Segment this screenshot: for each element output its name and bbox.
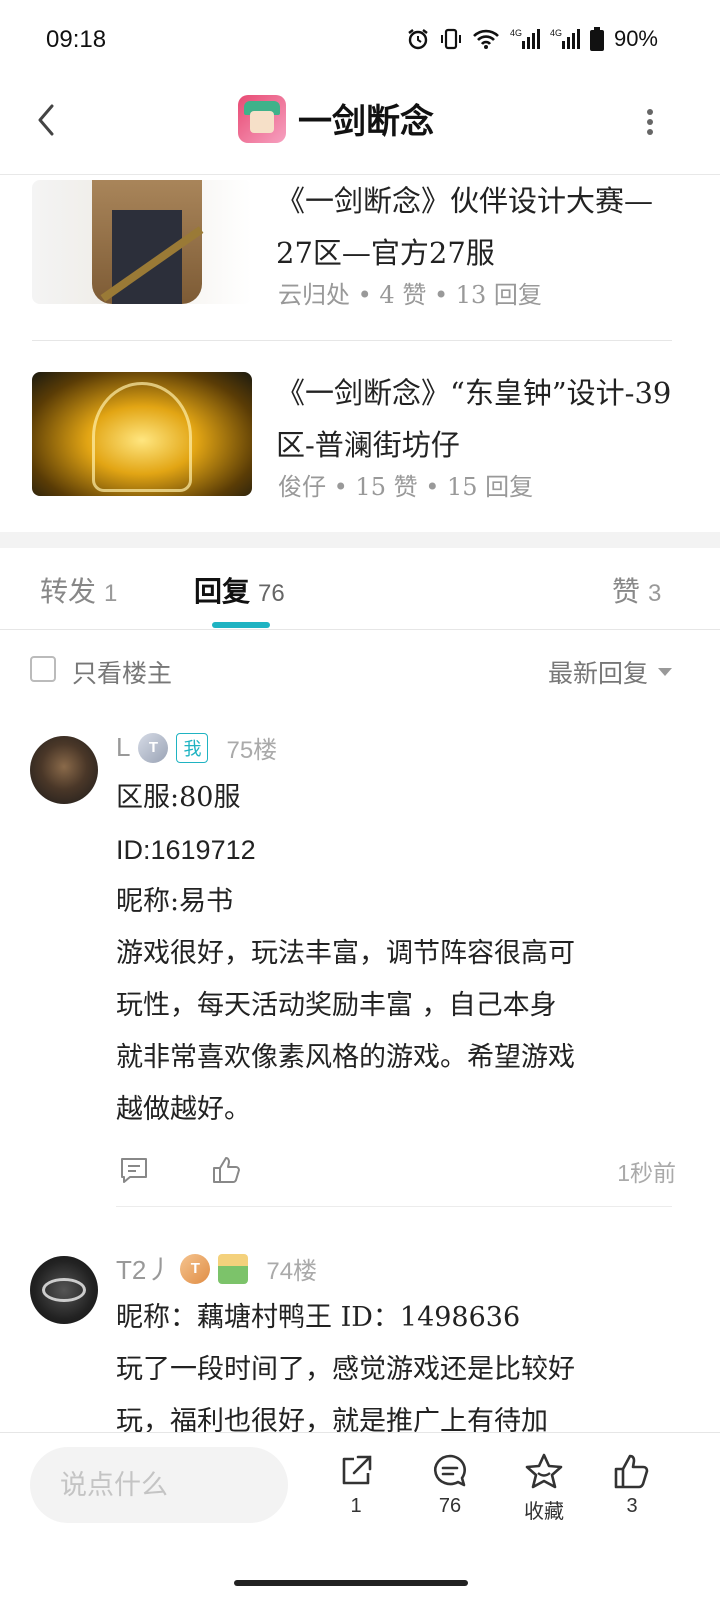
page-title: 一剑断念	[298, 102, 434, 142]
share-button[interactable]: 1	[326, 1451, 386, 1518]
related-post-thumbnail	[32, 180, 252, 304]
divider	[116, 1206, 672, 1207]
reply-line: 玩了一段时间了，感觉游戏还是比较好	[116, 1354, 575, 1385]
svg-text:4G: 4G	[510, 28, 522, 38]
back-button[interactable]	[28, 100, 68, 140]
reply-header: T2丿 T 74楼	[116, 1250, 317, 1287]
tab-label: 转发	[40, 575, 97, 608]
star-icon	[525, 1453, 563, 1489]
related-post-thumbnail	[32, 372, 252, 496]
tab-label: 回复	[194, 575, 251, 608]
reply-content: 昵称：藕塘村鸭王 ID：1498636 玩了一段时间了，感觉游戏还是比较好 玩，…	[116, 1292, 676, 1448]
reply-content: 区服:80服 ID:1619712 昵称:易书 游戏很好，玩法丰富，调节阵容很高…	[116, 772, 676, 1136]
more-button[interactable]	[640, 104, 660, 140]
level-badge: T	[138, 732, 169, 763]
reply-line: 区服:80服	[116, 782, 241, 813]
share-count: 1	[350, 1495, 362, 1517]
filter-row: 只看楼主 最新回复	[0, 632, 720, 708]
related-post-replies: 13 回复	[455, 281, 542, 309]
reply-line: 昵称:易书	[116, 886, 234, 917]
tab-forward[interactable]: 转发 1	[40, 570, 117, 610]
me-tag: 我	[176, 732, 209, 763]
caret-down-icon	[658, 668, 672, 676]
comment-bubble-icon	[434, 1454, 466, 1487]
app-header: 一剑断念	[0, 80, 720, 175]
comment-icon[interactable]	[118, 1154, 150, 1186]
like-count: 3	[626, 1495, 638, 1517]
tab-likes[interactable]: 赞3	[612, 570, 661, 610]
favorite-label: 收藏	[524, 1499, 564, 1523]
active-tab-indicator	[212, 622, 270, 628]
status-icons: 4G 4G 90%	[406, 26, 658, 52]
header-title-group: 一剑断念	[238, 94, 434, 143]
comment-count: 76	[438, 1495, 462, 1517]
related-post-author: 俊仔	[278, 473, 326, 501]
sort-dropdown[interactable]: 最新回复	[548, 654, 672, 690]
reply-line: 越做越好。	[116, 1094, 251, 1125]
floor-number: 74楼	[266, 1258, 318, 1285]
tab-count: 1	[104, 580, 118, 607]
reply-line: ID:1619712	[116, 835, 256, 865]
bottom-action-bar: 1 76 收藏 3	[0, 1432, 720, 1542]
battery-level: 90%	[613, 26, 658, 51]
reply-line: 昵称：藕塘村鸭王 ID：1498636	[116, 1302, 521, 1333]
tab-replies[interactable]: 回复 76	[194, 570, 285, 610]
chevron-left-icon	[38, 104, 54, 136]
related-post-likes: 15 赞	[355, 473, 418, 501]
avatar[interactable]	[30, 736, 98, 804]
reply-actions: 1秒前	[116, 1154, 676, 1194]
floor-number: 75楼	[226, 737, 278, 764]
thumbs-up-icon	[614, 1454, 649, 1489]
wifi-icon	[473, 29, 499, 49]
game-logo	[238, 94, 286, 143]
related-post-title: 《一剑断念》伙伴设计大赛—27区—官方27服	[276, 184, 654, 270]
related-post-title: 《一剑断念》“东皇钟”设计-39区-普澜街坊仔	[276, 376, 672, 462]
like-button[interactable]: 3	[602, 1451, 662, 1518]
reply-line: 玩性，每天活动奖励丰富 ，自己本身	[116, 990, 557, 1021]
signal-4g-icon: 4G	[510, 28, 540, 49]
thumbs-up-icon[interactable]	[210, 1154, 242, 1186]
only-op-checkbox[interactable]	[30, 656, 56, 682]
comment-input[interactable]	[30, 1447, 288, 1523]
section-separator	[0, 532, 720, 548]
favorite-button[interactable]: 收藏	[514, 1451, 574, 1524]
divider	[32, 340, 672, 341]
reply-line: 就非常喜欢像素风格的游戏。希望游戏	[116, 1042, 575, 1073]
signal-4g-icon-2: 4G	[550, 28, 580, 49]
reply-time: 1秒前	[617, 1160, 676, 1186]
username[interactable]: T2丿	[116, 1250, 172, 1287]
status-bar: 09:18 4G 4G 90%	[0, 0, 720, 80]
tab-count: 76	[258, 580, 285, 607]
alarm-icon	[408, 29, 428, 50]
pixel-character-badge	[218, 1253, 249, 1284]
comment-button[interactable]: 76	[420, 1451, 480, 1518]
sort-label: 最新回复	[547, 659, 648, 688]
related-post-meta: 云归处 • 4 赞 • 13 回复	[278, 281, 542, 309]
tab-count: 3	[648, 580, 662, 607]
share-icon	[342, 1455, 372, 1485]
reply-line: 游戏很好，玩法丰富，调节阵容很高可	[116, 938, 575, 969]
username[interactable]: L	[116, 732, 130, 763]
level-badge: T	[180, 1253, 211, 1284]
only-op-label[interactable]: 只看楼主	[72, 654, 172, 690]
battery-icon	[589, 27, 604, 51]
vibrate-icon	[440, 28, 461, 50]
related-post-meta: 俊仔 • 15 赞 • 15 回复	[278, 473, 534, 501]
home-indicator[interactable]	[234, 1580, 468, 1586]
tab-label: 赞	[612, 575, 641, 608]
related-post-likes: 4 赞	[379, 281, 427, 309]
related-post-author: 云归处	[278, 281, 350, 309]
status-time: 09:18	[46, 26, 107, 53]
more-vertical-icon	[647, 109, 653, 135]
avatar[interactable]	[30, 1256, 98, 1324]
svg-text:4G: 4G	[550, 28, 562, 38]
tab-bar: 转发 1 回复 76 赞3	[0, 548, 720, 630]
reply-header: L T 我 75楼	[116, 730, 277, 765]
related-post-replies: 15 回复	[447, 473, 534, 501]
